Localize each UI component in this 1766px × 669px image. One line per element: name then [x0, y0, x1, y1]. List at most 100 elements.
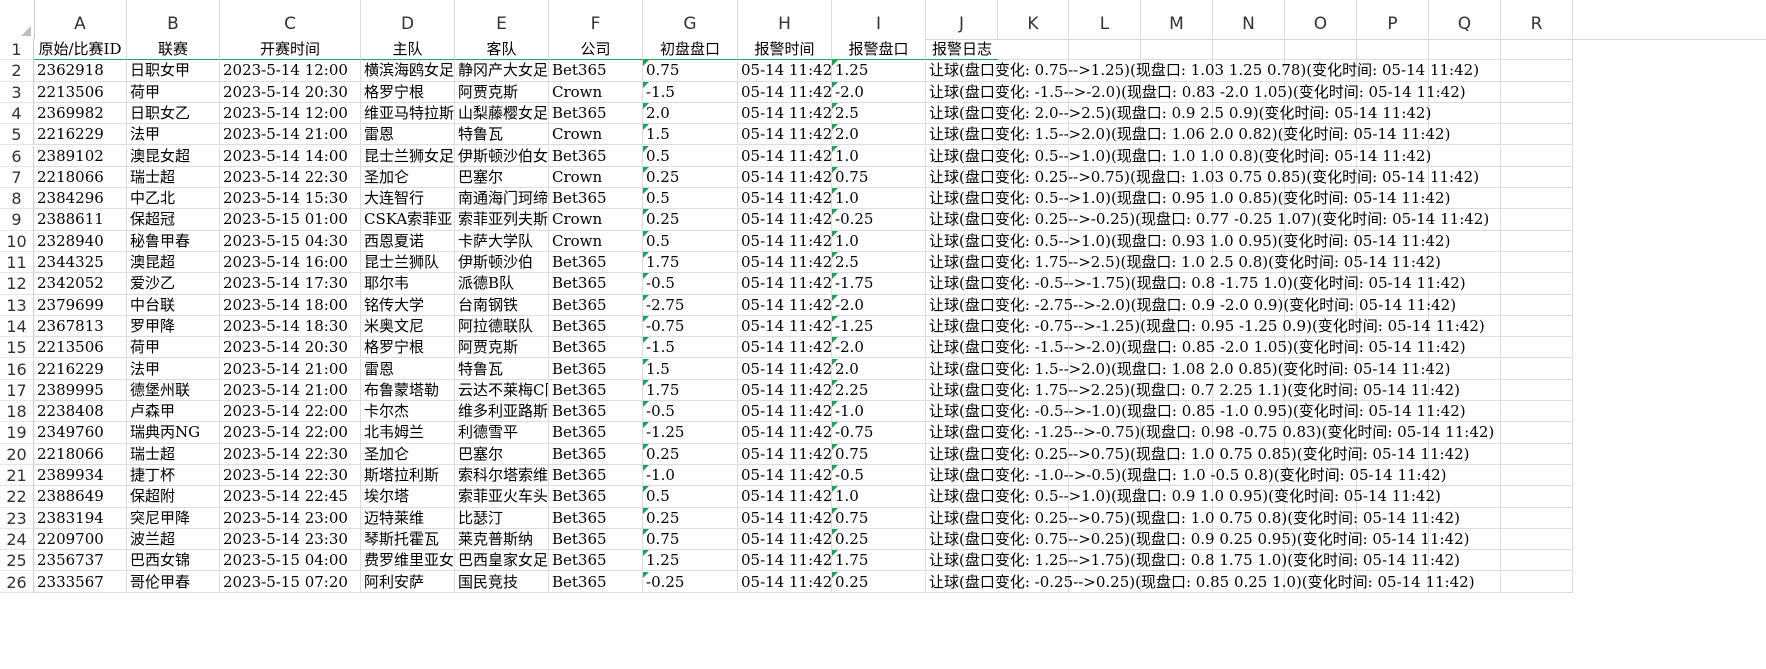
- empty-cell[interactable]: [1501, 39, 1573, 61]
- header-cell-alert-time[interactable]: 报警时间: [738, 39, 832, 61]
- cell-id[interactable]: 2384296: [34, 188, 127, 210]
- column-header-o[interactable]: O: [1285, 0, 1357, 39]
- cell-alert-time[interactable]: 05-14 11:42: [738, 571, 832, 593]
- header-cell-init[interactable]: 初盘盘口: [643, 39, 738, 61]
- empty-cell[interactable]: [1285, 39, 1357, 61]
- cell-alert-time[interactable]: 05-14 11:42: [738, 465, 832, 487]
- cell-alert-time[interactable]: 05-14 11:42: [738, 315, 832, 338]
- cell-time[interactable]: 2023-5-14 12:00: [220, 60, 361, 82]
- cell-alert[interactable]: 0.25: [832, 571, 926, 593]
- cell-league[interactable]: 哥伦甲春: [127, 571, 220, 593]
- cell-alert-time[interactable]: 05-14 11:42: [738, 60, 832, 82]
- cell-id[interactable]: 2328940: [34, 230, 127, 252]
- cell-alert-time[interactable]: 05-14 11:42: [738, 401, 832, 423]
- cell-alert-time[interactable]: 05-14 11:42: [738, 209, 832, 231]
- cell-init[interactable]: 0.5: [643, 486, 738, 508]
- row-header[interactable]: 10: [0, 230, 34, 252]
- cell-init[interactable]: 0.5: [643, 188, 738, 210]
- empty-cell[interactable]: [1429, 145, 1501, 167]
- empty-cell[interactable]: [1501, 145, 1573, 167]
- cell-log[interactable]: 让球(盘口变化: 0.25-->0.75)(现盘口: 1.0 0.75 0.8)…: [926, 508, 1460, 529]
- cell-alert[interactable]: 2.5: [832, 252, 926, 274]
- cell-id[interactable]: 2388649: [34, 486, 127, 508]
- cell-home[interactable]: 铭传大学: [361, 294, 455, 316]
- cell-id[interactable]: 2356737: [34, 550, 127, 572]
- cell-alert[interactable]: -1.25: [832, 315, 926, 338]
- cell-company[interactable]: Crown: [549, 166, 643, 189]
- row-header[interactable]: 18: [0, 401, 34, 423]
- cell-league[interactable]: 澳昆超: [127, 252, 220, 274]
- cell-home[interactable]: 雷恩: [361, 124, 455, 146]
- cell-alert-time[interactable]: 05-14 11:42: [738, 273, 832, 295]
- cell-league[interactable]: 秘鲁甲春: [127, 230, 220, 252]
- cell-league[interactable]: 瑞士超: [127, 443, 220, 465]
- cell-league[interactable]: 保超附: [127, 486, 220, 508]
- cell-league[interactable]: 突尼甲降: [127, 507, 220, 529]
- header-cell-time[interactable]: 开赛时间: [220, 39, 361, 61]
- cell-company[interactable]: Bet365: [549, 60, 643, 82]
- cell-away[interactable]: 山梨藤樱女足: [455, 102, 549, 125]
- column-header-a[interactable]: A: [34, 0, 127, 39]
- cell-time[interactable]: 2023-5-14 12:00: [220, 102, 361, 125]
- cell-alert-time[interactable]: 05-14 11:42: [738, 358, 832, 380]
- header-cell-league[interactable]: 联赛: [127, 39, 220, 61]
- cell-alert-time[interactable]: 05-14 11:42: [738, 124, 832, 146]
- row-header[interactable]: 7: [0, 166, 34, 189]
- cell-time[interactable]: 2023-5-14 20:30: [220, 337, 361, 359]
- row-header[interactable]: 15: [0, 337, 34, 359]
- cell-company[interactable]: Crown: [549, 81, 643, 103]
- empty-cell[interactable]: [1501, 528, 1573, 551]
- cell-alert-time[interactable]: 05-14 11:42: [738, 507, 832, 529]
- cell-company[interactable]: Bet365: [549, 315, 643, 338]
- cell-time[interactable]: 2023-5-14 15:30: [220, 188, 361, 210]
- cell-log[interactable]: 让球(盘口变化: -1.5-->-2.0)(现盘口: 0.83 -2.0 1.0…: [926, 82, 1466, 103]
- cell-alert-time[interactable]: 05-14 11:42: [738, 422, 832, 444]
- cell-alert-time[interactable]: 05-14 11:42: [738, 166, 832, 189]
- cell-id[interactable]: 2218066: [34, 443, 127, 465]
- column-header-h[interactable]: H: [738, 0, 832, 39]
- cell-log[interactable]: 让球(盘口变化: 0.5-->1.0)(现盘口: 0.95 1.0 0.85)(…: [926, 188, 1450, 210]
- cell-league[interactable]: 德堡州联: [127, 379, 220, 402]
- cell-alert-time[interactable]: 05-14 11:42: [738, 486, 832, 508]
- cell-time[interactable]: 2023-5-14 23:00: [220, 507, 361, 529]
- cell-company[interactable]: Bet365: [549, 550, 643, 572]
- empty-cell[interactable]: [1501, 60, 1573, 82]
- row-header[interactable]: 3: [0, 81, 34, 103]
- cell-away[interactable]: 南通海门珂缔: [455, 188, 549, 210]
- cell-log[interactable]: 让球(盘口变化: -1.5-->-2.0)(现盘口: 0.85 -2.0 1.0…: [926, 337, 1466, 359]
- cell-alert[interactable]: -0.75: [832, 422, 926, 444]
- empty-cell[interactable]: [1501, 209, 1573, 231]
- row-header[interactable]: 25: [0, 550, 34, 572]
- cell-alert-time[interactable]: 05-14 11:42: [738, 252, 832, 274]
- cell-alert-time[interactable]: 05-14 11:42: [738, 528, 832, 551]
- cell-company[interactable]: Bet365: [549, 507, 643, 529]
- cell-log[interactable]: 让球(盘口变化: 0.25-->-0.25)(现盘口: 0.77 -0.25 1…: [926, 209, 1489, 231]
- cell-away[interactable]: 台南钢铁: [455, 294, 549, 316]
- cell-init[interactable]: 0.5: [643, 145, 738, 167]
- row-header[interactable]: 19: [0, 422, 34, 444]
- cell-company[interactable]: Bet365: [549, 401, 643, 423]
- cell-alert[interactable]: 1.0: [832, 145, 926, 167]
- cell-time[interactable]: 2023-5-14 21:00: [220, 379, 361, 402]
- cell-home[interactable]: 阿利安萨: [361, 571, 455, 593]
- cell-time[interactable]: 2023-5-15 04:00: [220, 550, 361, 572]
- row-header[interactable]: 16: [0, 358, 34, 380]
- cell-id[interactable]: 2383194: [34, 507, 127, 529]
- cell-id[interactable]: 2388611: [34, 209, 127, 231]
- cell-league[interactable]: 中台联: [127, 294, 220, 316]
- cell-init[interactable]: 1.25: [643, 550, 738, 572]
- cell-id[interactable]: 2349760: [34, 422, 127, 444]
- cell-alert[interactable]: -2.0: [832, 294, 926, 316]
- cell-log[interactable]: 让球(盘口变化: -0.5-->-1.75)(现盘口: 0.8 -1.75 1.…: [926, 273, 1466, 295]
- cell-home[interactable]: 昆士兰狮队: [361, 252, 455, 274]
- column-header-q[interactable]: Q: [1429, 0, 1501, 39]
- cell-away[interactable]: 特鲁瓦: [455, 358, 549, 380]
- cell-init[interactable]: -1.0: [643, 465, 738, 487]
- cell-company[interactable]: Bet365: [549, 528, 643, 551]
- row-header[interactable]: 13: [0, 294, 34, 316]
- cell-id[interactable]: 2389995: [34, 379, 127, 402]
- row-header[interactable]: 1: [0, 39, 34, 61]
- cell-alert[interactable]: -0.5: [832, 465, 926, 487]
- cell-home[interactable]: 维亚马特拉斯: [361, 102, 455, 125]
- row-header[interactable]: 6: [0, 145, 34, 167]
